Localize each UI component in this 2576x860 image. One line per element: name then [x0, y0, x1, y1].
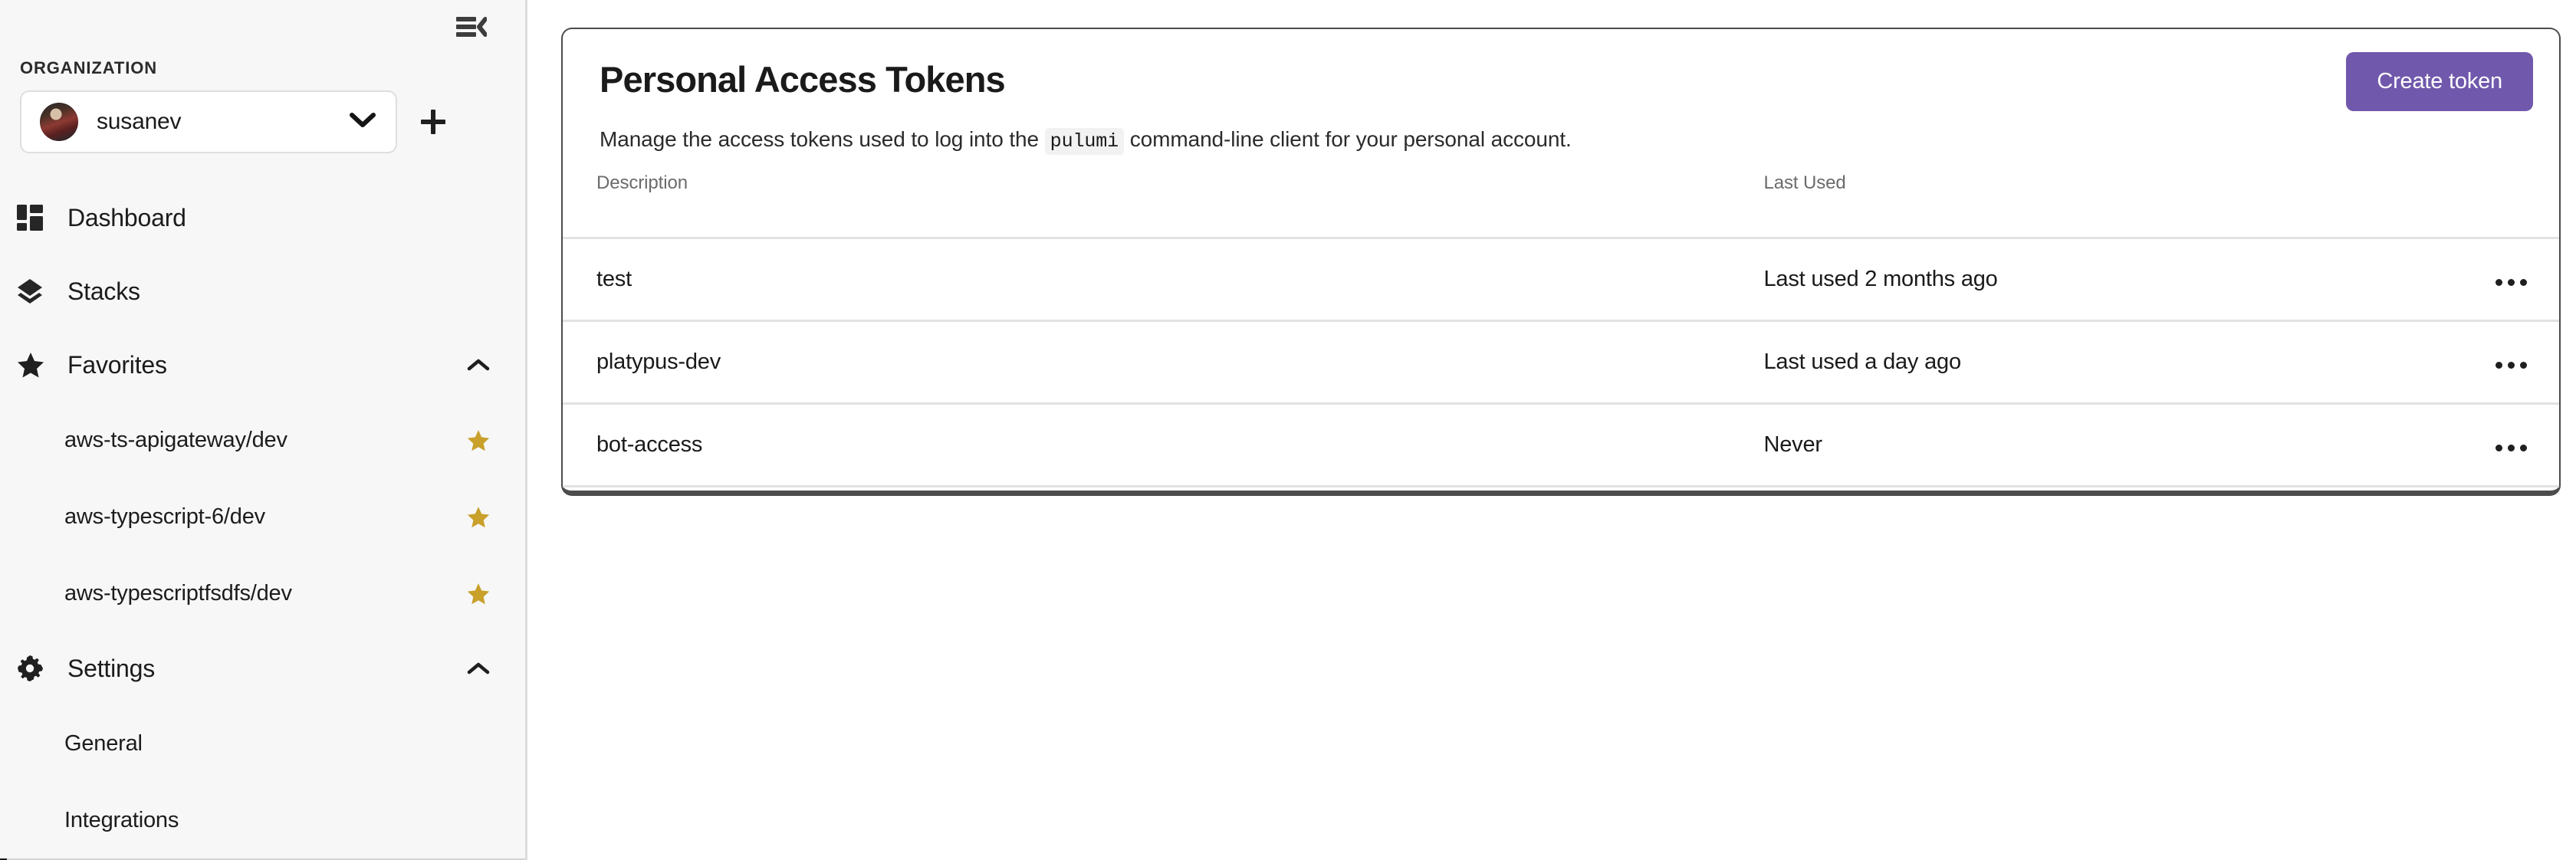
- organization-name: susanev: [97, 109, 182, 134]
- subtitle-text-after: command-line client for your personal ac…: [1124, 126, 1572, 151]
- cli-name-code: pulumi: [1044, 127, 1125, 155]
- sidebar-favorite-item[interactable]: aws-typescriptfsdfs/dev: [0, 555, 525, 632]
- sidebar-favorite-label: aws-typescript-6/dev: [64, 504, 265, 529]
- dashboard-grid-icon: [17, 205, 57, 231]
- chevron-up-icon[interactable]: [467, 661, 490, 676]
- access-tokens-table: Description Last Used test Last used 2 m…: [563, 172, 2559, 487]
- chevron-up-icon[interactable]: [467, 357, 490, 373]
- app-root: ORGANIZATION susanev Dashboard Stacks Fa…: [0, 0, 2576, 860]
- table-row[interactable]: platypus-dev Last used a day ago: [563, 319, 2559, 404]
- table-header-row: Description Last Used: [563, 172, 2559, 238]
- sidebar-item-label: Integrations: [64, 807, 179, 832]
- sidebar-item-general[interactable]: General: [0, 705, 525, 782]
- stacks-layers-icon: [17, 278, 57, 304]
- sidebar-item-label: General: [64, 730, 143, 756]
- table-row[interactable]: test Last used 2 months ago: [563, 236, 2559, 321]
- more-horizontal-icon[interactable]: [2496, 444, 2527, 451]
- star-filled-icon[interactable]: [467, 429, 490, 451]
- table-header: Description Last Used: [563, 172, 2559, 238]
- gear-icon: [17, 655, 57, 681]
- sidebar-nav: Dashboard Stacks Favorites aws-ts-apigat…: [0, 153, 525, 860]
- organization-selector[interactable]: susanev: [20, 90, 397, 153]
- sidebar-item-integrations[interactable]: Integrations: [0, 782, 525, 858]
- sidebar-favorite-item[interactable]: aws-typescript-6/dev: [0, 478, 525, 555]
- token-description: bot-access: [563, 402, 1764, 487]
- table-row[interactable]: bot-access Never: [563, 402, 2559, 487]
- sidebar-favorite-label: aws-ts-apigateway/dev: [64, 427, 288, 452]
- card-header: Personal Access Tokens Manage the access…: [563, 29, 2559, 155]
- token-last-used: Never: [1763, 402, 2450, 487]
- sidebar-item-dashboard[interactable]: Dashboard: [0, 181, 525, 254]
- column-header-last-used: Last Used: [1763, 172, 1846, 193]
- token-actions-cell: [2450, 319, 2559, 404]
- column-header-description: Description: [596, 172, 688, 193]
- token-actions-cell: [2450, 402, 2559, 487]
- token-description: platypus-dev: [563, 319, 1764, 404]
- sidebar-item-stacks[interactable]: Stacks: [0, 254, 525, 328]
- token-actions-cell: [2450, 236, 2559, 321]
- page-subtitle: Manage the access tokens used to log int…: [600, 126, 2522, 155]
- organization-row: susanev: [0, 78, 525, 153]
- table-body: test Last used 2 months ago platypus-dev…: [563, 236, 2559, 487]
- more-horizontal-icon[interactable]: [2496, 278, 2527, 286]
- sidebar-item-settings[interactable]: Settings: [0, 632, 525, 705]
- sidebar-item-favorites[interactable]: Favorites: [0, 328, 525, 402]
- main-content: Personal Access Tokens Manage the access…: [527, 0, 2576, 860]
- sidebar-top-row: [0, 0, 525, 54]
- sidebar-item-label: Favorites: [67, 350, 167, 379]
- avatar: [40, 103, 78, 141]
- create-token-button[interactable]: Create token: [2346, 52, 2533, 111]
- sidebar-item-label: Settings: [67, 654, 156, 682]
- sidebar-favorite-item[interactable]: aws-ts-apigateway/dev: [0, 402, 525, 478]
- more-horizontal-icon[interactable]: [2496, 361, 2527, 369]
- token-last-used: Last used 2 months ago: [1763, 236, 2450, 321]
- star-filled-icon[interactable]: [467, 583, 490, 605]
- collapse-sidebar-icon[interactable]: [453, 11, 488, 42]
- token-last-used: Last used a day ago: [1763, 319, 2450, 404]
- chevron-down-icon[interactable]: [350, 112, 376, 133]
- add-organization-button[interactable]: [409, 98, 457, 146]
- star-icon: [17, 352, 57, 378]
- token-description: test: [563, 236, 1764, 321]
- sidebar-item-label: Dashboard: [67, 203, 186, 231]
- page-title: Personal Access Tokens: [600, 59, 1006, 100]
- column-header-actions: [2450, 172, 2559, 238]
- organization-section-label: ORGANIZATION: [20, 58, 158, 77]
- sidebar: ORGANIZATION susanev Dashboard Stacks Fa…: [0, 0, 527, 860]
- sidebar-item-label: Stacks: [67, 277, 140, 305]
- access-tokens-card: Personal Access Tokens Manage the access…: [561, 28, 2561, 496]
- sidebar-favorite-label: aws-typescriptfsdfs/dev: [64, 580, 292, 606]
- star-filled-icon[interactable]: [467, 506, 490, 528]
- subtitle-text-before: Manage the access tokens used to log int…: [600, 126, 1045, 151]
